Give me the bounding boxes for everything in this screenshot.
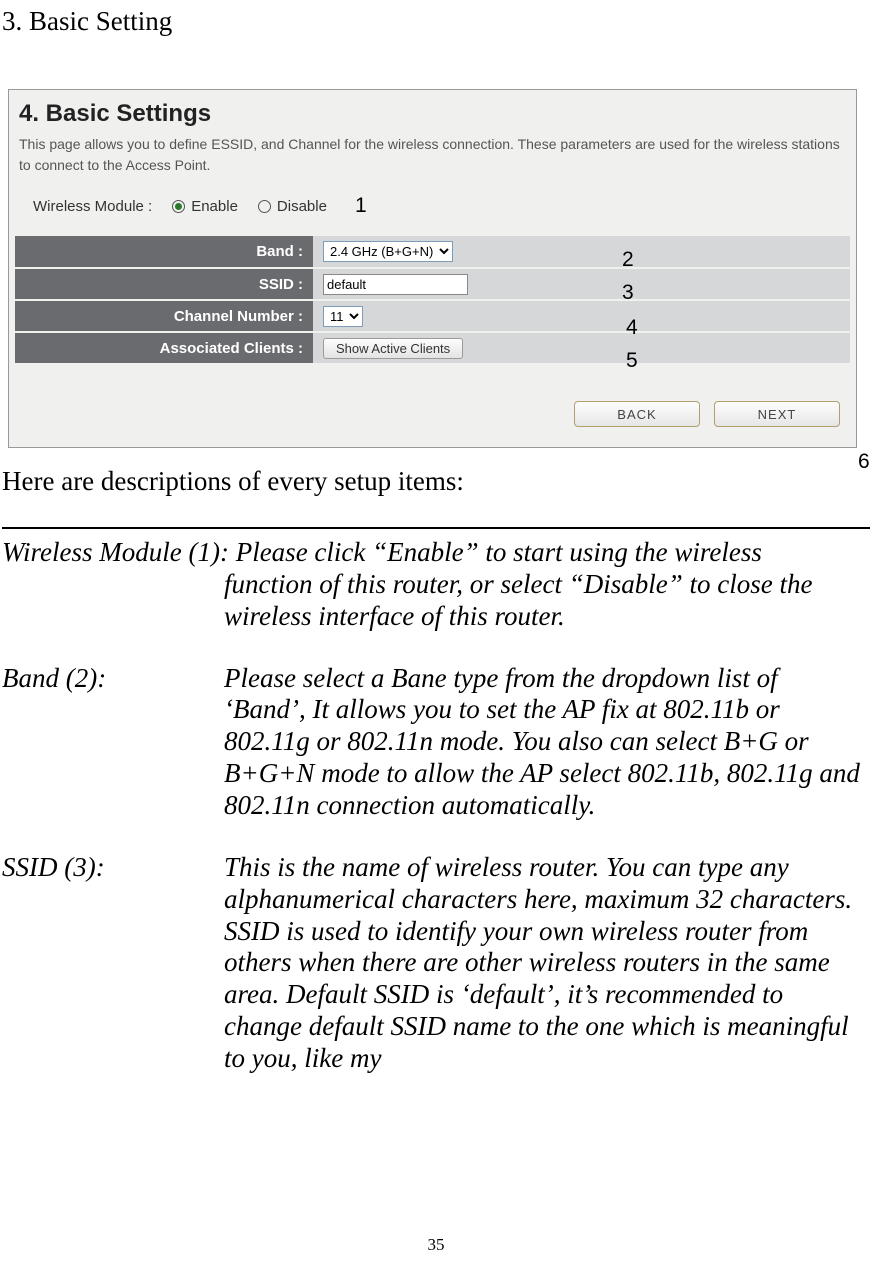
- row-ssid: SSID :: [15, 268, 850, 300]
- desc-wm-text-inline: Please click “Enable” to start using the…: [236, 537, 762, 567]
- annotation-1: 1: [355, 194, 367, 218]
- annotation-4: 4: [626, 316, 638, 340]
- annotation-6: 6: [858, 450, 870, 474]
- show-active-clients-button[interactable]: Show Active Clients: [323, 338, 463, 359]
- next-button[interactable]: NEXT: [714, 401, 840, 427]
- channel-select[interactable]: 11: [323, 306, 363, 327]
- desc-ssid: SSID (3): This is the name of wireless r…: [2, 852, 866, 1075]
- enable-label: Enable: [191, 198, 238, 215]
- descriptions-intro: Here are descriptions of every setup ite…: [0, 448, 872, 497]
- row-clients: Associated Clients : Show Active Clients: [15, 332, 850, 364]
- disable-label: Disable: [277, 198, 327, 215]
- desc-wireless-module: Wireless Module (1): Please click “Enabl…: [2, 537, 866, 633]
- desc-ssid-label: SSID (3):: [2, 852, 224, 1075]
- nav-buttons: BACK NEXT: [15, 365, 850, 431]
- annotation-2: 2: [622, 248, 634, 272]
- row-band: Band : 2.4 GHz (B+G+N): [15, 236, 850, 268]
- clients-label: Associated Clients :: [15, 332, 313, 364]
- ssid-input[interactable]: [323, 274, 468, 295]
- page-heading: 3. Basic Setting: [0, 0, 872, 37]
- annotation-5: 5: [626, 349, 638, 373]
- desc-band-text: Please select a Bane type from the dropd…: [224, 663, 866, 822]
- enable-radio[interactable]: [172, 200, 185, 213]
- back-button[interactable]: BACK: [574, 401, 700, 427]
- ssid-label: SSID :: [15, 268, 313, 300]
- annotation-3: 3: [622, 281, 634, 305]
- desc-ssid-text: This is the name of wireless router. You…: [224, 852, 866, 1075]
- wireless-module-row: Wireless Module : Enable Disable 1: [15, 190, 850, 236]
- band-label: Band :: [15, 236, 313, 268]
- band-select[interactable]: 2.4 GHz (B+G+N): [323, 241, 453, 262]
- row-channel: Channel Number : 11: [15, 300, 850, 332]
- channel-label: Channel Number :: [15, 300, 313, 332]
- screenshot-panel: 4. Basic Settings This page allows you t…: [8, 89, 857, 448]
- desc-band-label: Band (2):: [2, 663, 224, 822]
- screenshot-description: This page allows you to define ESSID, an…: [15, 134, 850, 190]
- desc-wm-label: Wireless Module (1):: [2, 537, 236, 567]
- descriptions-block: Wireless Module (1): Please click “Enabl…: [0, 529, 872, 1075]
- page-number: 35: [0, 1235, 872, 1255]
- desc-band: Band (2): Please select a Bane type from…: [2, 663, 866, 822]
- screenshot-title: 4. Basic Settings: [15, 100, 850, 134]
- settings-table: Band : 2.4 GHz (B+G+N) SSID : Channel Nu…: [15, 236, 850, 365]
- disable-radio[interactable]: [258, 200, 271, 213]
- wireless-module-label: Wireless Module :: [33, 198, 152, 215]
